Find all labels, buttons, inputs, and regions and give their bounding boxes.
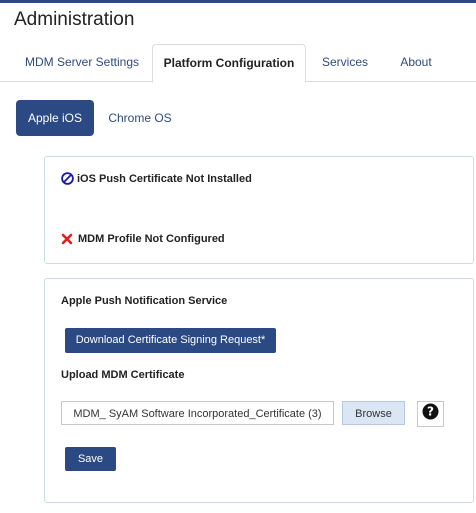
- apns-section-title: Apple Push Notification Service: [61, 295, 228, 307]
- certificate-file-field[interactable]: MDM_ SyAM Software Incorporated_Certific…: [61, 401, 334, 425]
- tab-platform-configuration[interactable]: Platform Configuration: [152, 44, 306, 83]
- download-csr-button[interactable]: Download Certificate Signing Request*: [65, 328, 276, 353]
- upload-mdm-certificate-label: Upload MDM Certificate: [61, 369, 185, 381]
- ban-icon: [61, 172, 74, 185]
- tab-mdm-server-settings[interactable]: MDM Server Settings: [16, 44, 148, 81]
- top-accent-bar: [0, 0, 476, 3]
- x-icon: [61, 233, 73, 245]
- status-panel: iOS Push Certificate Not Installed MDM P…: [44, 156, 474, 264]
- question-circle-icon: ?: [422, 403, 439, 425]
- help-button[interactable]: ?: [417, 401, 444, 427]
- tab-about[interactable]: About: [388, 44, 444, 81]
- apns-panel: Apple Push Notification Service Download…: [44, 278, 474, 503]
- mdm-profile-status: MDM Profile Not Configured: [61, 233, 225, 245]
- tab-services[interactable]: Services: [310, 44, 380, 81]
- platform-pill-apple-ios[interactable]: Apple iOS: [16, 100, 94, 136]
- page-title: Administration: [14, 9, 135, 30]
- push-cert-status-text: iOS Push Certificate Not Installed: [77, 172, 252, 185]
- push-cert-status: iOS Push Certificate Not Installed: [61, 172, 252, 185]
- save-button[interactable]: Save: [65, 447, 116, 471]
- platform-pill-chrome-os[interactable]: Chrome OS: [100, 100, 180, 136]
- svg-text:?: ?: [427, 405, 434, 419]
- browse-button[interactable]: Browse: [342, 401, 405, 425]
- mdm-profile-status-text: MDM Profile Not Configured: [78, 233, 225, 245]
